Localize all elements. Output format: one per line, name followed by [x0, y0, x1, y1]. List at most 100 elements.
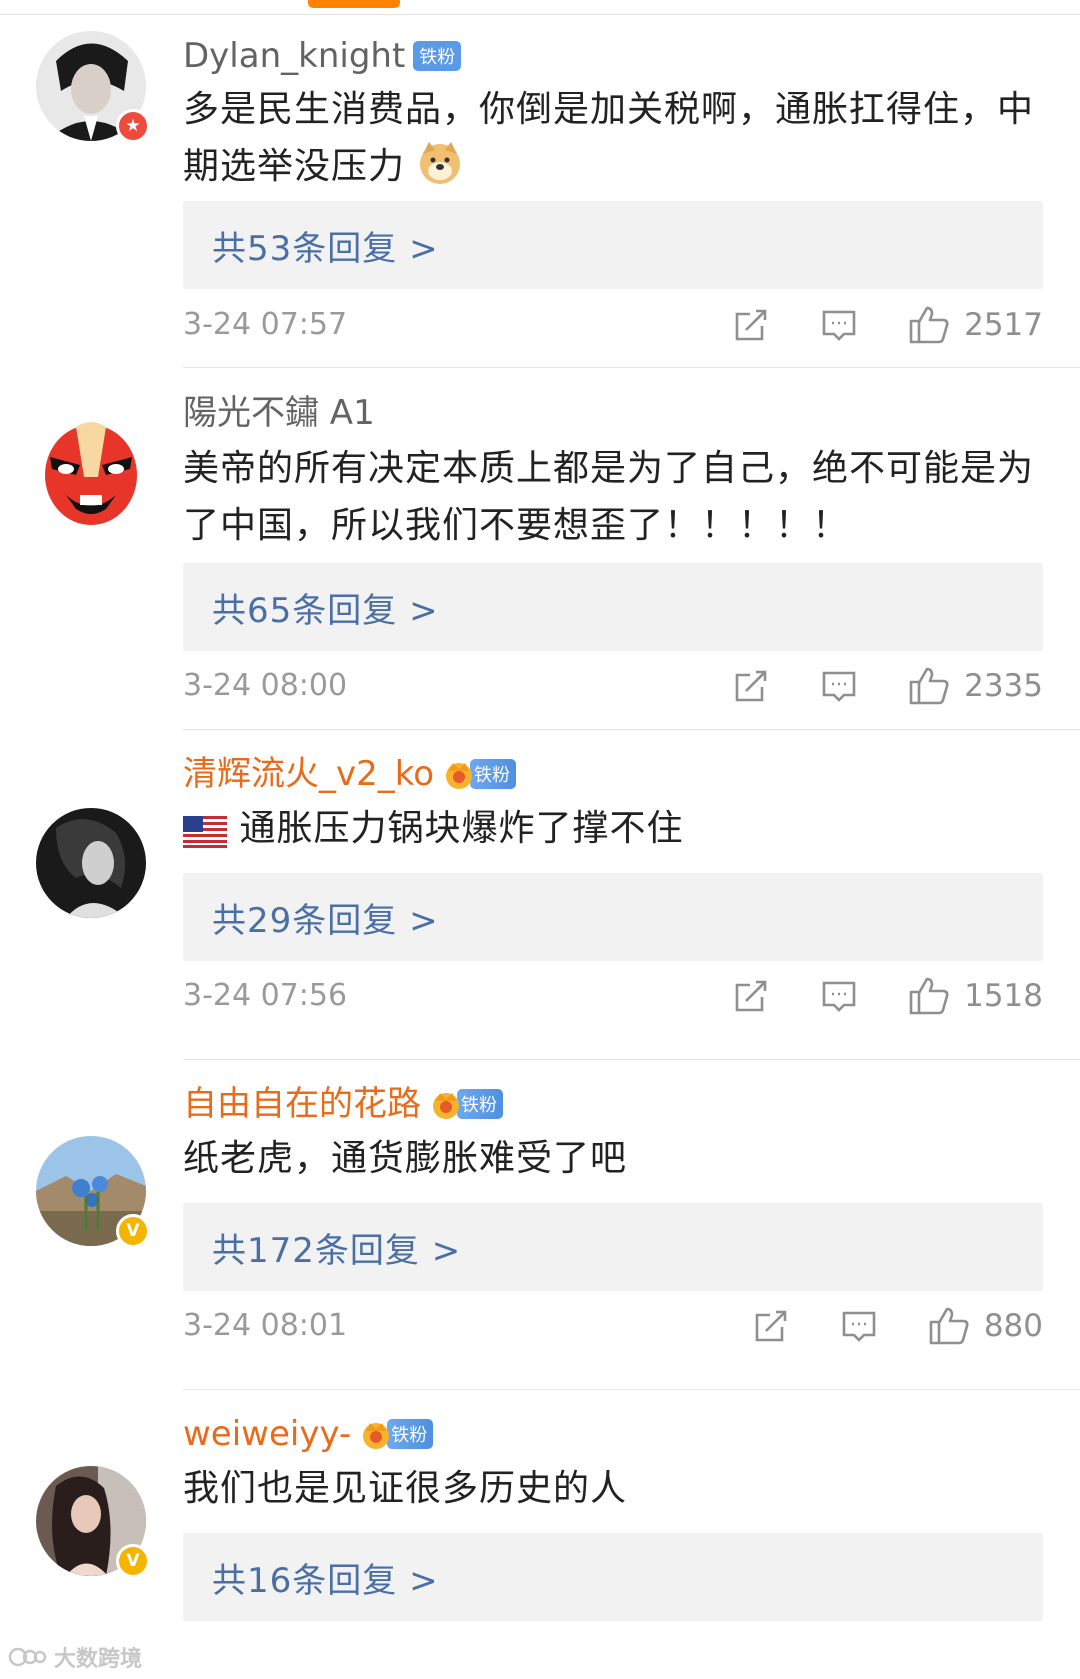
avatar[interactable]: V: [36, 1466, 150, 1578]
comment-item: V 自由自在的花路 铁粉 纸老虎，通货膨胀难受了吧 共172条回复 > 3-24…: [0, 1060, 1080, 1390]
share-button[interactable]: [732, 667, 770, 705]
thumbs-up-icon: [909, 667, 949, 705]
avatar[interactable]: [36, 417, 146, 527]
share-icon: [735, 309, 767, 341]
fan-badge: 铁粉: [359, 1417, 434, 1451]
comment-icon: [842, 1311, 876, 1342]
view-replies-link[interactable]: 共172条回复 >: [212, 1223, 461, 1272]
tab-indicator: [0, 0, 1080, 16]
like-button[interactable]: 2335: [908, 666, 1043, 706]
like-count: 1518: [964, 978, 1043, 1014]
watermark-logo-icon: [8, 1647, 47, 1667]
username-row: 陽光不鏽 A1: [183, 391, 375, 435]
view-replies-link[interactable]: 共53条回复 >: [212, 221, 439, 270]
comment-button[interactable]: [820, 977, 858, 1015]
like-count: 2517: [964, 307, 1043, 343]
comment-body: 多是民生消费品，你倒是加关税啊，通胀扛得住，中期选举没压力: [183, 89, 1035, 187]
avatar-image: [36, 417, 146, 527]
comment-text: 我们也是见证很多历史的人: [183, 1460, 1043, 1517]
reply-box[interactable]: 共16条回复 >: [183, 1533, 1043, 1621]
comment-text: 多是民生消费品，你倒是加关税啊，通胀扛得住，中期选举没压力: [183, 81, 1043, 195]
action-bar: 880: [752, 1301, 1043, 1351]
watermark: 大数跨境: [8, 1640, 142, 1674]
like-button[interactable]: 1518: [908, 976, 1043, 1016]
username[interactable]: weiweiyy-: [183, 1412, 351, 1456]
share-icon: [755, 1310, 787, 1342]
meta-row: 3-24 08:01 880: [183, 1301, 1043, 1351]
comment-icon: [822, 310, 856, 341]
view-replies-link[interactable]: 共16条回复 >: [212, 1553, 439, 1602]
comment-item: V weiweiyy- 铁粉 我们也是见证很多历史的人 共16条回复 >: [0, 1390, 1080, 1679]
comment-text: 美帝的所有决定本质上都是为了自己，绝不可能是为了中国，所以我们不要想歪了！！！！…: [183, 440, 1043, 554]
thumbs-up-icon: [909, 306, 949, 344]
meta-row: 3-24 08:00 2335: [183, 661, 1043, 711]
tab-divider: [0, 14, 1080, 15]
avatar[interactable]: ★: [36, 31, 150, 143]
crown-icon: [446, 763, 473, 789]
comment-text: 通胀压力锅块爆炸了撑不住: [183, 800, 1043, 857]
verified-v-badge-icon: V: [116, 1544, 150, 1578]
comment-item: 陽光不鏽 A1 美帝的所有决定本质上都是为了自己，绝不可能是为了中国，所以我们不…: [0, 368, 1080, 730]
timestamp: 3-24 07:57: [183, 307, 348, 342]
share-icon: [735, 670, 767, 702]
action-bar: 2335: [732, 661, 1043, 711]
username-row: 自由自在的花路 铁粉: [183, 1082, 503, 1126]
view-replies-link[interactable]: 共29条回复 >: [212, 893, 439, 942]
fan-tag: 铁粉: [387, 1419, 434, 1449]
reply-box[interactable]: 共29条回复 >: [183, 873, 1043, 961]
reply-box[interactable]: 共65条回复 >: [183, 563, 1043, 651]
fan-tag: 铁粉: [413, 41, 462, 71]
username[interactable]: 陽光不鏽 A1: [183, 391, 375, 435]
reply-box[interactable]: 共172条回复 >: [183, 1203, 1043, 1291]
verified-badge-icon: ★: [116, 109, 150, 143]
timestamp: 3-24 08:01: [183, 1308, 348, 1343]
timestamp: 3-24 08:00: [183, 668, 348, 703]
avatar[interactable]: V: [36, 1136, 150, 1248]
like-button[interactable]: 880: [928, 1306, 1043, 1346]
username[interactable]: 自由自在的花路: [183, 1082, 421, 1126]
thumbs-up-icon: [929, 1307, 969, 1345]
reply-box[interactable]: 共53条回复 >: [183, 201, 1043, 289]
crown-icon: [433, 1093, 459, 1119]
comment-body: 纸老虎，通货膨胀难受了吧: [183, 1138, 628, 1179]
comment-item: 清辉流火_v2_ko 铁粉 通胀压力锅块爆炸了撑不住 共29条回复 > 3-24…: [0, 730, 1080, 1060]
watermark-text: 大数跨境: [54, 1647, 143, 1672]
fan-tag: 铁粉: [470, 759, 517, 789]
action-bar: 1518: [732, 971, 1043, 1021]
share-button[interactable]: [732, 977, 770, 1015]
comment-icon: [822, 981, 856, 1012]
doge-icon: [420, 142, 461, 184]
share-button[interactable]: [732, 306, 770, 344]
username-row: Dylan_knight 铁粉: [183, 34, 462, 78]
comment-button[interactable]: [840, 1307, 878, 1345]
us-flag-icon: [183, 816, 227, 848]
comment-text: 纸老虎，通货膨胀难受了吧: [183, 1130, 1043, 1187]
username-row: weiweiyy- 铁粉: [183, 1412, 434, 1456]
fan-badge: 铁粉: [442, 757, 517, 791]
meta-row: 3-24 07:56 1518: [183, 971, 1043, 1021]
comment-icon: [822, 671, 856, 702]
comment-body: 通胀压力锅块爆炸了撑不住: [239, 808, 684, 849]
thumbs-up-icon: [909, 977, 949, 1015]
timestamp: 3-24 07:56: [183, 978, 348, 1013]
comment-button[interactable]: [820, 667, 858, 705]
comment-body: 我们也是见证很多历史的人: [183, 1468, 628, 1509]
fan-badge: 铁粉: [429, 1087, 503, 1121]
fan-tag: 铁粉: [457, 1089, 503, 1119]
username[interactable]: 清辉流火_v2_ko: [183, 752, 434, 796]
comment-button[interactable]: [820, 306, 858, 344]
username[interactable]: Dylan_knight: [183, 34, 405, 78]
like-button[interactable]: 2517: [908, 305, 1043, 345]
comment-item: ★ Dylan_knight 铁粉 多是民生消费品，你倒是加关税啊，通胀扛得住，…: [0, 16, 1080, 368]
crown-icon: [363, 1423, 390, 1449]
like-count: 2335: [964, 668, 1043, 704]
meta-row: 3-24 07:57 2517: [183, 300, 1043, 350]
like-count: 880: [983, 1308, 1043, 1344]
action-bar: 2517: [732, 300, 1043, 350]
avatar[interactable]: [36, 808, 146, 918]
active-tab-underline: [308, 0, 400, 8]
avatar-image: [36, 808, 146, 918]
view-replies-link[interactable]: 共65条回复 >: [212, 583, 439, 632]
verified-v-badge-icon: V: [116, 1214, 150, 1248]
share-button[interactable]: [752, 1307, 790, 1345]
